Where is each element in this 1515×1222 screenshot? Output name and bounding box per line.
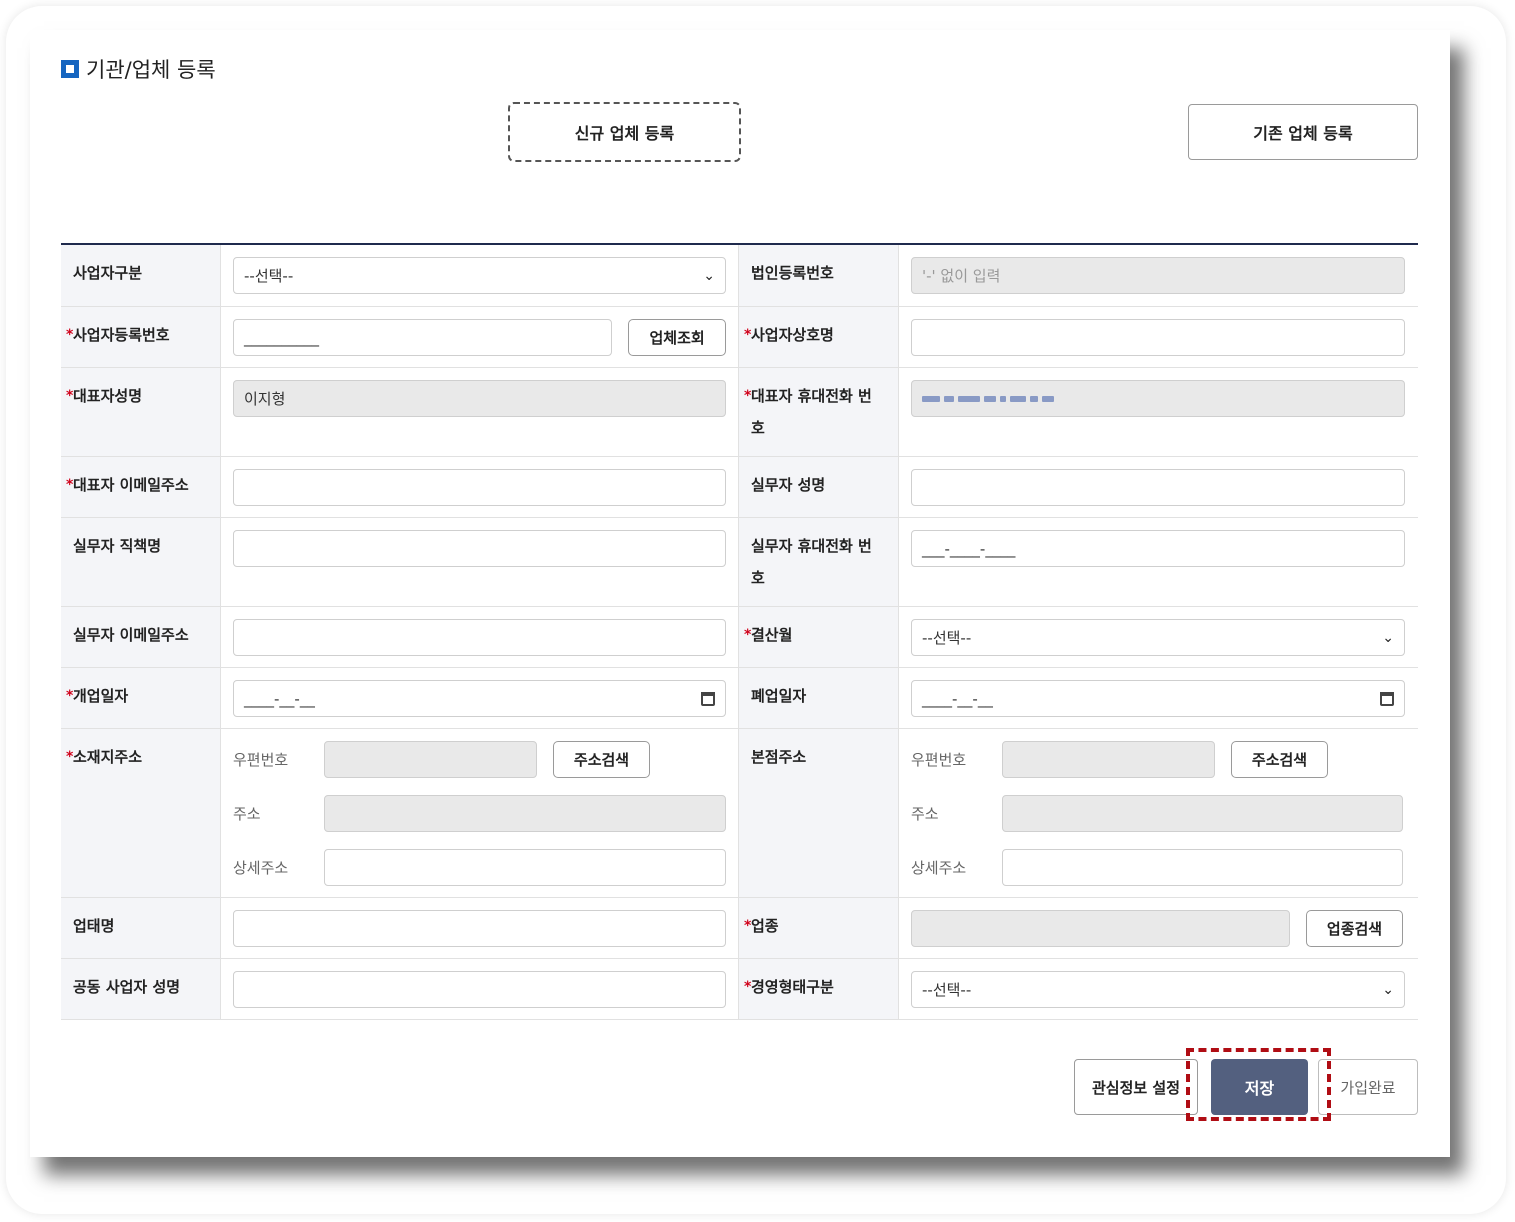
field-label: 업태명 [61, 898, 221, 958]
form-row: 업태명 업종 업종검색 [61, 898, 1418, 959]
corp-reg-no-input[interactable]: '-' 없이 입력 [911, 257, 1405, 294]
field-value: ____-__-__ [221, 668, 739, 728]
hq-address-input[interactable] [1002, 795, 1403, 832]
chevron-down-icon: ⌄ [1382, 981, 1394, 998]
field-label: 결산월 [739, 607, 899, 667]
staff-phone-input[interactable]: ___-____-____ [911, 530, 1405, 567]
location-detail-input[interactable] [324, 849, 726, 886]
open-date-input[interactable]: ____-__-__ [233, 680, 726, 717]
business-item-input[interactable] [911, 910, 1290, 947]
field-label: 실무자 이메일주소 [61, 607, 221, 667]
field-value [221, 518, 739, 606]
field-value: ___-____-____ [899, 518, 1417, 606]
page-title-text: 기관/업체 등록 [86, 58, 216, 82]
location-address-search-button[interactable]: 주소검색 [553, 741, 650, 778]
field-value: --선택-- ⌄ [899, 959, 1417, 1019]
field-value [221, 457, 739, 517]
calendar-icon[interactable] [1380, 691, 1394, 706]
field-label: 공동 사업자 성명 [61, 959, 221, 1019]
settle-month-select[interactable]: --선택-- ⌄ [911, 619, 1405, 656]
field-label: 본점주소 [739, 729, 899, 897]
addr-line: 주소 [911, 795, 1405, 832]
zip-line: 우편번호 주소검색 [233, 741, 726, 778]
field-value: --선택-- ⌄ [899, 607, 1417, 667]
form-row: 실무자 이메일주소 결산월 --선택-- ⌄ [61, 607, 1418, 668]
field-value [899, 307, 1417, 367]
form-row: 사업자등록번호 __________ 업체조회 사업자상호명 [61, 307, 1418, 368]
field-value: ____-__-__ [899, 668, 1417, 728]
field-value: 업종검색 [899, 898, 1417, 958]
interest-settings-button[interactable]: 관심정보 설정 [1074, 1059, 1198, 1115]
detail-line: 상세주소 [233, 849, 726, 886]
biz-name-input[interactable] [911, 319, 1405, 356]
new-company-button[interactable]: 신규 업체 등록 [508, 102, 741, 162]
form-row: 실무자 직책명 실무자 휴대전화 번 호 ___-____-____ [61, 518, 1418, 607]
complete-signup-button[interactable]: 가입완료 [1318, 1059, 1418, 1115]
location-address-input[interactable] [324, 795, 726, 832]
form-row: 대표자성명 이지형 대표자 휴대전화 번 호 [61, 368, 1418, 457]
field-label: 법인등록번호 [739, 245, 899, 306]
business-status-input[interactable] [233, 910, 726, 947]
masked-phone [922, 395, 1054, 402]
field-label: 대표자성명 [61, 368, 221, 456]
hq-zip-input[interactable] [1002, 741, 1215, 778]
field-value: '-' 없이 입력 [899, 245, 1417, 306]
field-value [221, 898, 739, 958]
form-row: 사업자구분 --선택-- ⌄ 법인등록번호 '-' 없이 입력 [61, 245, 1418, 307]
business-type-select[interactable]: --선택-- ⌄ [233, 257, 726, 294]
ceo-phone-input[interactable] [911, 380, 1405, 417]
field-value: 우편번호 주소검색 주소 상세주소 [221, 729, 739, 897]
save-highlight-box [1186, 1048, 1331, 1121]
addr-line: 주소 [233, 795, 726, 832]
registration-form: 사업자구분 --선택-- ⌄ 법인등록번호 '-' 없이 입력 사업자등록번호 … [61, 243, 1418, 1020]
field-label: 사업자상호명 [739, 307, 899, 367]
title-bullet-icon [61, 60, 79, 78]
field-label: 개업일자 [61, 668, 221, 728]
field-value [899, 457, 1417, 517]
ceo-name-input[interactable]: 이지형 [233, 380, 726, 417]
field-value [221, 959, 739, 1019]
form-row: 대표자 이메일주소 실무자 성명 [61, 457, 1418, 518]
field-label: 경영형태구분 [739, 959, 899, 1019]
field-value [899, 368, 1417, 456]
form-row: 공동 사업자 성명 경영형태구분 --선택-- ⌄ [61, 959, 1418, 1020]
close-date-input[interactable]: ____-__-__ [911, 680, 1405, 717]
field-value: 우편번호 주소검색 주소 상세주소 [899, 729, 1417, 897]
location-zip-input[interactable] [324, 741, 537, 778]
existing-company-button[interactable]: 기존 업체 등록 [1188, 104, 1418, 160]
staff-title-input[interactable] [233, 530, 726, 567]
field-label: 대표자 휴대전화 번 호 [739, 368, 899, 456]
hq-address-search-button[interactable]: 주소검색 [1231, 741, 1328, 778]
page-title: 기관/업체 등록 [61, 56, 216, 82]
joint-ceo-input[interactable] [233, 971, 726, 1008]
form-row: 소재지주소 우편번호 주소검색 주소 상세주소 본점주소 우편번호 주소검색 [61, 729, 1418, 898]
field-label: 실무자 성명 [739, 457, 899, 517]
detail-line: 상세주소 [911, 849, 1405, 886]
field-label: 실무자 직책명 [61, 518, 221, 606]
field-label: 사업자구분 [61, 245, 221, 306]
business-item-search-button[interactable]: 업종검색 [1306, 910, 1403, 947]
field-value: --선택-- ⌄ [221, 245, 739, 306]
zip-line: 우편번호 주소검색 [911, 741, 1405, 778]
hq-detail-input[interactable] [1002, 849, 1403, 886]
field-value: 이지형 [221, 368, 739, 456]
field-label: 사업자등록번호 [61, 307, 221, 367]
ceo-email-input[interactable] [233, 469, 726, 506]
staff-email-input[interactable] [233, 619, 726, 656]
field-label: 소재지주소 [61, 729, 221, 897]
field-value [221, 607, 739, 667]
staff-name-input[interactable] [911, 469, 1405, 506]
field-label: 폐업일자 [739, 668, 899, 728]
field-label: 대표자 이메일주소 [61, 457, 221, 517]
biz-reg-no-input[interactable]: __________ [233, 319, 613, 356]
calendar-icon[interactable] [701, 691, 715, 706]
form-row: 개업일자 ____-__-__ 폐업일자 ____-__-__ [61, 668, 1418, 729]
company-lookup-button[interactable]: 업체조회 [628, 319, 726, 356]
field-value: __________ 업체조회 [221, 307, 739, 367]
mgmt-type-select[interactable]: --선택-- ⌄ [911, 971, 1405, 1008]
field-label: 실무자 휴대전화 번 호 [739, 518, 899, 606]
chevron-down-icon: ⌄ [703, 267, 715, 284]
field-label: 업종 [739, 898, 899, 958]
chevron-down-icon: ⌄ [1382, 629, 1394, 646]
